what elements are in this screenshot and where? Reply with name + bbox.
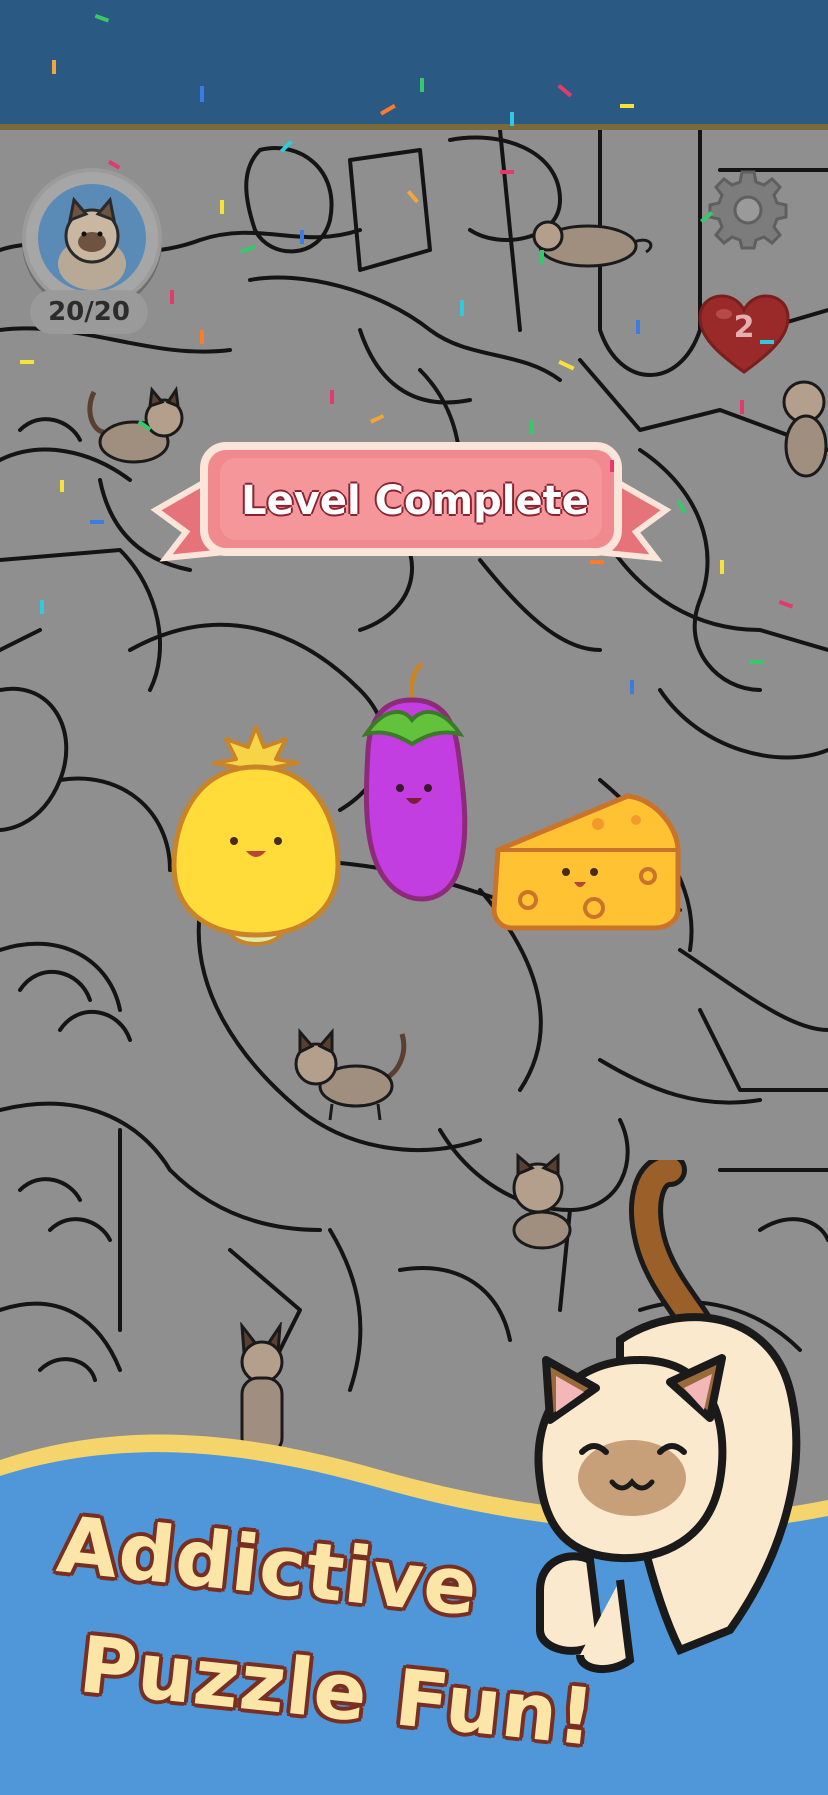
- onion-character: [171, 725, 341, 946]
- mascot-cat: [534, 1160, 801, 1674]
- eggplant-character: [361, 662, 468, 902]
- cheese-character: [491, 793, 681, 931]
- status-bar: [0, 0, 828, 130]
- hidden-cat[interactable]: [770, 376, 828, 486]
- cats-found-counter: 20/20: [30, 290, 148, 334]
- hidden-cat[interactable]: [282, 1024, 412, 1124]
- lives-count: 2: [733, 310, 755, 345]
- hidden-cat[interactable]: [520, 206, 660, 276]
- hidden-cat[interactable]: [84, 382, 194, 482]
- gear-icon: [708, 170, 788, 250]
- avatar-cat-icon: [38, 184, 146, 292]
- level-complete-title: Level Complete: [241, 478, 589, 524]
- settings-button[interactable]: [706, 168, 790, 252]
- found-cat-avatar: [22, 168, 162, 308]
